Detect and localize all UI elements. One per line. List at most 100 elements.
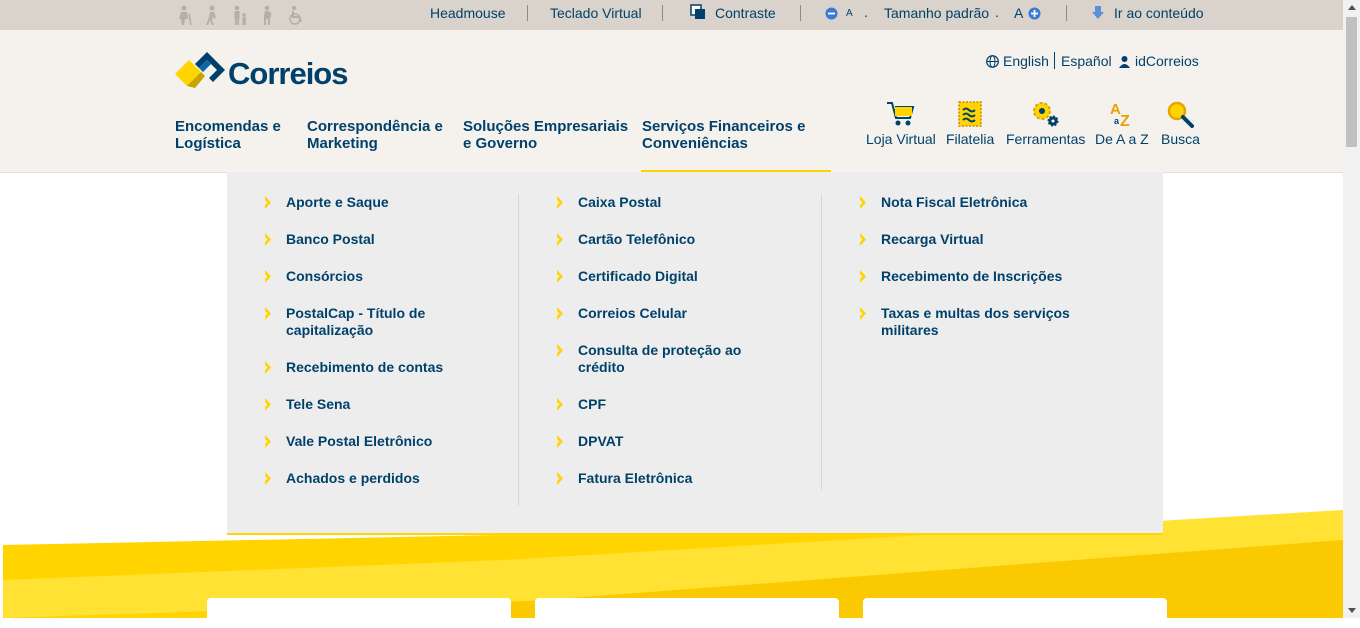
chevron-right-icon [557,435,563,448]
dropdown-menu-item[interactable]: Recebimento de contas [227,359,530,376]
headmouse-link[interactable]: Headmouse [430,5,506,21]
dropdown-column-3: Nota Fiscal Eletrônica Recarga Virtual Rec… [821,194,1125,490]
tool-ferramentas[interactable]: Ferramentas [1006,100,1085,147]
dropdown-menu-item[interactable]: PostalCap - Título de capitalização [227,305,530,339]
chevron-right-icon [265,435,271,448]
elderly-person-icon [175,5,193,26]
walking-person-icon [203,5,221,25]
tool-loja-virtual[interactable]: Loja Virtual [866,100,936,147]
dropdown-menu-item[interactable]: Correios Celular [519,305,822,322]
virtual-keyboard-link[interactable]: Teclado Virtual [550,5,642,21]
tool-filatelia[interactable]: Filatelia [946,100,994,147]
vertical-scrollbar[interactable] [1343,0,1360,618]
chevron-right-icon [860,270,866,283]
divider [527,5,528,21]
skip-to-content-link[interactable]: Ir ao conteúdo [1114,5,1204,21]
dropdown-menu-item[interactable]: DPVAT [519,433,822,450]
divider [1054,52,1055,69]
chevron-right-icon [265,307,271,320]
dropdown-menu-item[interactable]: Aporte e Saque [227,194,530,211]
content-card[interactable] [207,598,511,628]
scroll-down-arrow-icon[interactable] [1348,608,1356,613]
english-link[interactable]: English [1003,53,1049,69]
dropdown-menu-item-label: Fatura Eletrônica [578,470,693,486]
dropdown-menu-item[interactable]: Consulta de proteção ao crédito [519,342,822,376]
dropdown-column-1: Aporte e Saque Banco Postal Consórcios Post… [227,194,530,507]
tool-label: De A a Z [1095,131,1149,147]
gears-icon [1032,102,1059,127]
dropdown-menu-item[interactable]: Tele Sena [227,396,530,413]
dropdown-menu-item[interactable]: Recebimento de Inscrições [822,268,1125,285]
dropdown-menu-item-label: Certificado Digital [578,268,698,284]
nav-solucoes[interactable]: Soluções Empresariais e Governo [463,118,633,152]
pregnant-person-icon [259,5,277,25]
dropdown-menu-item[interactable]: Taxas e multas dos serviços militares [822,305,1125,339]
content-card[interactable] [863,598,1167,628]
dropdown-menu-item[interactable]: Banco Postal [227,231,530,248]
parent-with-child-icon [231,5,249,25]
dropdown-menu-item[interactable]: Caixa Postal [519,194,822,211]
dropdown-menu-item-label: Recarga Virtual [881,231,984,247]
dropdown-menu-item-label: Consórcios [286,268,364,284]
dropdown-menu-item[interactable]: Cartão Telefônico [519,231,822,248]
tool-de-a-a-z[interactable]: A Z a De A a Z [1095,100,1149,147]
search-icon [1168,101,1195,128]
chevron-right-icon [265,270,271,283]
dropdown-menu-item[interactable]: Certificado Digital [519,268,822,285]
dropdown-menu-item-label: Recebimento de Inscrições [881,268,1063,284]
scroll-up-arrow-icon[interactable] [1348,5,1356,10]
dropdown-menu-item-label: Achados e perdidos [286,470,420,486]
chevron-right-icon [557,344,563,357]
font-decrease-icon[interactable] [825,7,838,23]
chevron-right-icon [265,196,271,209]
chevron-right-icon [860,307,866,320]
dropdown-menu-item[interactable]: Nota Fiscal Eletrônica [822,194,1125,211]
contrast-icon[interactable] [690,4,706,23]
tool-label: Filatelia [946,131,995,147]
svg-text:Z: Z [1120,113,1130,128]
nav-servicos-financeiros[interactable]: Serviços Financeiros e Conveniências [642,118,817,152]
dropdown-menu-item[interactable]: Consórcios [227,268,530,285]
content-card[interactable] [535,598,839,628]
tool-label: Loja Virtual [866,131,936,147]
chevron-right-icon [265,361,271,374]
dropdown-menu-item-label: Nota Fiscal Eletrônica [881,194,1028,210]
servicos-financeiros-dropdown: Aporte e Saque Banco Postal Consórcios Post… [227,172,1163,535]
espanol-link[interactable]: Español [1061,53,1112,69]
chevron-right-icon [557,398,563,411]
dropdown-menu-item[interactable]: Vale Postal Eletrônico [227,433,530,450]
divider [800,5,801,21]
dropdown-menu-item[interactable]: Recarga Virtual [822,231,1125,248]
scrollbar-thumb[interactable] [1346,17,1357,147]
dropdown-menu-item[interactable]: Fatura Eletrônica [519,470,822,487]
default-size-link[interactable]: Tamanho padrão [884,5,989,21]
font-decrease-label[interactable]: A [846,8,853,19]
chevron-right-icon [557,196,563,209]
logo-text: Correios [228,56,348,91]
accessibility-icons [175,5,305,26]
cart-icon [886,102,915,126]
chevron-right-icon [557,307,563,320]
dropdown-menu-item[interactable]: Achados e perdidos [227,470,530,487]
idcorreios-link[interactable]: idCorreios [1135,53,1199,69]
chevron-right-icon [265,472,271,485]
nav-correspondencia[interactable]: Correspondência e Marketing [307,118,452,152]
nav-encomendas[interactable]: Encomendas e Logística [175,118,295,152]
font-increase-icon[interactable] [1028,7,1041,23]
chevron-right-icon [265,233,271,246]
contrast-link[interactable]: Contraste [715,5,776,21]
divider [1066,5,1067,21]
wheelchair-icon [287,5,305,25]
logo-mark-icon [175,52,225,88]
dropdown-menu-item-label: Taxas e multas dos serviços militares [881,305,1070,338]
dropdown-menu-item[interactable]: CPF [519,396,822,413]
tool-busca[interactable]: Busca [1161,100,1200,147]
dot-separator: . [864,4,868,20]
dropdown-menu-item-label: Caixa Postal [578,194,662,210]
chevron-right-icon [557,270,563,283]
chevron-right-icon [557,233,563,246]
font-increase-label[interactable]: A [1014,5,1023,21]
divider [662,5,663,21]
arrow-down-icon[interactable] [1092,6,1104,23]
stamp-icon [958,101,982,127]
